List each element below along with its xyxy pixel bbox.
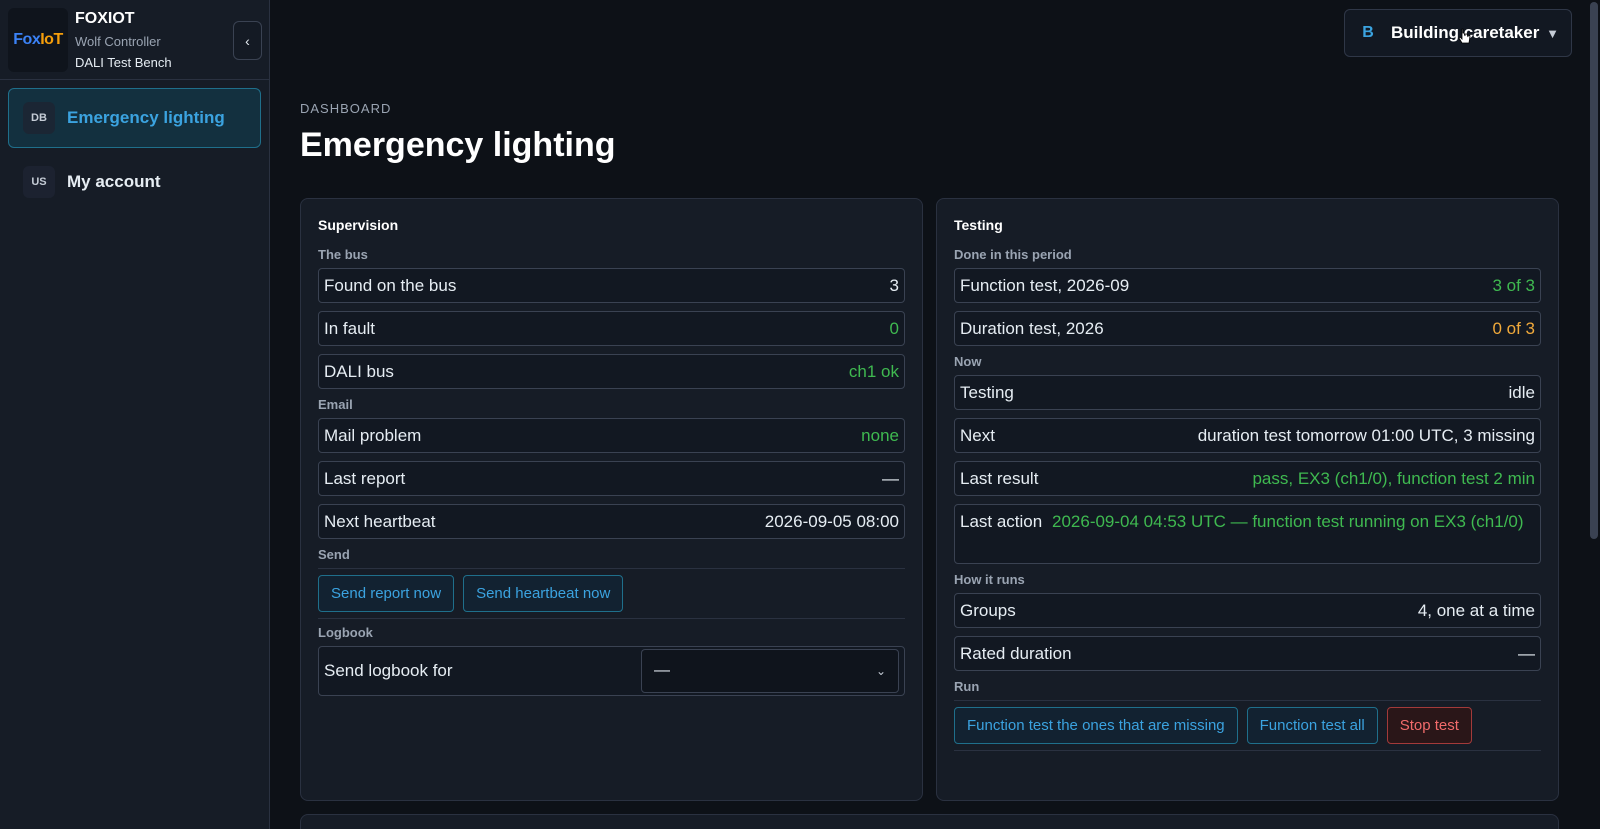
row-label: Last action: [960, 512, 1043, 531]
brand-header: Fox IoT FOXIOT Wolf Controller DALI Test …: [0, 0, 269, 80]
supervision-card: Supervision The bus Found on the bus 3 I…: [300, 198, 923, 801]
foxiot-logo: Fox IoT: [8, 7, 68, 72]
row-label: Last result: [960, 468, 1039, 488]
brand-controller: Wolf Controller: [75, 33, 161, 49]
brand-text: FOXIOT Wolf Controller DALI Test Bench: [75, 10, 172, 70]
card-title: Testing: [954, 217, 1003, 233]
row-value: idle: [1508, 382, 1535, 402]
last-action-row: Last action 2026-09-04 04:53 UTC — funct…: [954, 504, 1541, 564]
row-value: ch1 ok: [848, 361, 899, 381]
row-value: none: [861, 425, 899, 445]
function-test-all-button[interactable]: Function test all: [1246, 707, 1378, 744]
in-fault-row: In fault 0: [318, 311, 905, 346]
page-scrollbar[interactable]: [1588, 0, 1600, 829]
section-heading: How it runs: [954, 572, 1025, 587]
scrollbar-thumb[interactable]: [1590, 2, 1598, 539]
row-label: Send logbook for: [324, 661, 453, 680]
row-value: pass, EX3 (ch1/0), function test 2 min: [1252, 468, 1535, 488]
next-heartbeat-row: Next heartbeat 2026-09-05 08:00: [318, 504, 905, 539]
testing-status-row: Testing idle: [954, 375, 1541, 410]
row-label: Testing: [960, 382, 1014, 402]
testing-card: Testing Done in this period Function tes…: [936, 198, 1559, 801]
page-title: Emergency lighting: [300, 126, 616, 164]
dali-bus-row: DALI bus ch1 ok: [318, 354, 905, 389]
row-label: Next: [960, 425, 995, 445]
function-test-row: Function test, 2026-09 3 of 3: [954, 268, 1541, 303]
row-value: 4, one at a time: [1417, 600, 1535, 620]
found-on-bus-row: Found on the bus 3: [318, 268, 905, 303]
caret-down-icon: ▼: [1546, 25, 1559, 41]
row-label: Rated duration: [960, 643, 1072, 663]
stop-test-button[interactable]: Stop test: [1386, 707, 1472, 744]
section-heading: Send: [318, 547, 350, 562]
brand-bench: DALI Test Bench: [75, 54, 172, 70]
row-value: 2026-09-04 04:53 UTC — function test run…: [1052, 512, 1524, 531]
row-value: duration test tomorrow 01:00 UTC, 3 miss…: [1197, 425, 1535, 445]
send-actions: Send report now Send heartbeat now: [318, 575, 905, 612]
user-avatar: B: [1362, 24, 1374, 41]
brand-name: FOXIOT: [75, 9, 135, 27]
logbook-row: Send logbook for — ⌄: [318, 646, 905, 696]
row-label: DALI bus: [324, 361, 394, 381]
next-test-row: Next duration test tomorrow 01:00 UTC, 3…: [954, 418, 1541, 453]
rated-duration-row: Rated duration —: [954, 636, 1541, 671]
duration-test-row: Duration test, 2026 0 of 3: [954, 311, 1541, 346]
breadcrumb: DASHBOARD: [300, 101, 392, 116]
send-report-button[interactable]: Send report now: [318, 575, 455, 612]
row-value: 0 of 3: [1492, 318, 1535, 338]
row-value: 0: [889, 318, 899, 338]
logbook-period-select[interactable]: — ⌄: [641, 649, 899, 693]
sidebar-item-my-account[interactable]: US My account: [8, 152, 261, 212]
row-value: —: [1518, 643, 1535, 663]
logo-text-iot: IoT: [40, 30, 63, 48]
row-value: 3 of 3: [1492, 275, 1535, 295]
section-heading: Run: [954, 679, 980, 694]
row-label: Function test, 2026-09: [960, 275, 1130, 295]
divider: [954, 700, 1541, 701]
section-heading: Logbook: [318, 625, 373, 640]
section-heading: Email: [318, 397, 353, 412]
mail-problem-row: Mail problem none: [318, 418, 905, 453]
divider: [954, 750, 1541, 751]
row-value: 2026-09-05 08:00: [764, 511, 899, 531]
row-label: Mail problem: [324, 425, 422, 445]
sidebar-item-emergency-lighting[interactable]: DB Emergency lighting: [8, 88, 261, 148]
row-label: Found on the bus: [324, 275, 457, 295]
sidebar: Fox IoT FOXIOT Wolf Controller DALI Test …: [0, 0, 270, 829]
next-card-partial: [300, 814, 1559, 829]
send-heartbeat-button[interactable]: Send heartbeat now: [463, 575, 624, 612]
collapse-sidebar-button[interactable]: ‹: [233, 21, 262, 60]
function-test-missing-button[interactable]: Function test the ones that are missing: [954, 707, 1238, 744]
divider: [318, 568, 905, 569]
groups-row: Groups 4, one at a time: [954, 593, 1541, 628]
nav-badge-icon: DB: [23, 102, 55, 134]
section-heading: Done in this period: [954, 247, 1072, 262]
row-label: In fault: [324, 318, 376, 338]
logo-text-fox: Fox: [13, 30, 41, 48]
select-value: —: [654, 662, 670, 679]
chevron-left-icon: ‹: [245, 32, 250, 49]
row-label: Next heartbeat: [324, 511, 436, 531]
mouse-cursor-icon: [1458, 28, 1471, 44]
sidebar-item-label: My account: [67, 172, 161, 191]
card-title: Supervision: [318, 217, 399, 233]
nav-badge-icon: US: [23, 166, 55, 198]
section-heading: Now: [954, 354, 982, 369]
row-value: —: [882, 468, 899, 488]
chevron-down-icon: ⌄: [875, 664, 886, 678]
sidebar-item-label: Emergency lighting: [67, 108, 225, 127]
row-label: Last report: [324, 468, 406, 488]
last-report-row: Last report —: [318, 461, 905, 496]
run-actions: Function test the ones that are missing …: [954, 707, 1541, 744]
divider: [318, 618, 905, 619]
row-label: Groups: [960, 600, 1016, 620]
section-heading: The bus: [318, 247, 368, 262]
row-value: 3: [889, 275, 899, 295]
row-label: Duration test, 2026: [960, 318, 1104, 338]
last-result-row: Last result pass, EX3 (ch1/0), function …: [954, 461, 1541, 496]
sidebar-nav: DB Emergency lighting US My account: [0, 80, 269, 224]
